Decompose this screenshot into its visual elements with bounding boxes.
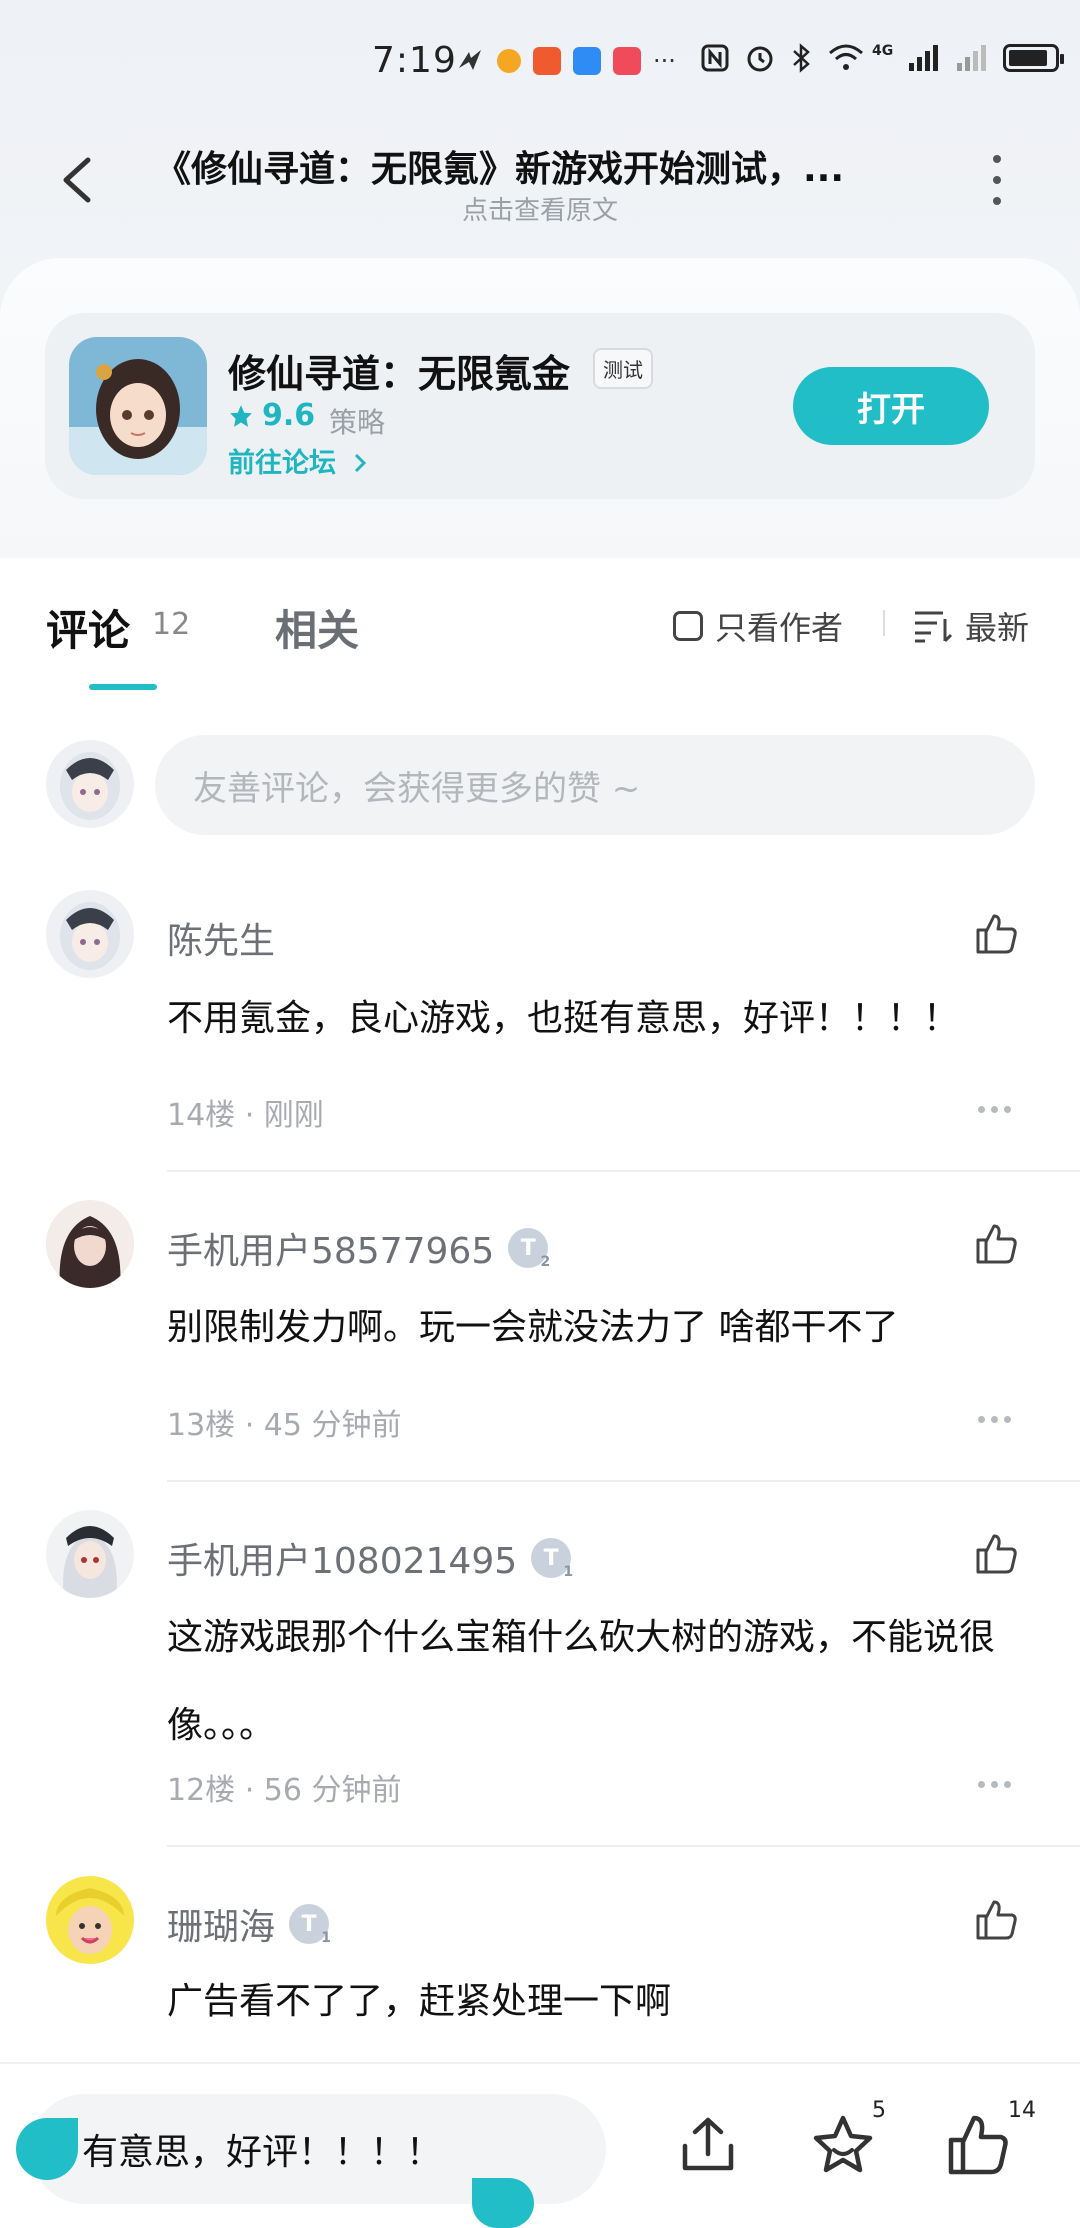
thumbs-up-icon[interactable] — [972, 1530, 1020, 1578]
network-type: 4G — [872, 43, 894, 59]
view-original-link[interactable]: 点击查看原文 — [0, 190, 1080, 227]
selection-handle-end[interactable] — [472, 2178, 534, 2228]
comment-more-button[interactable] — [978, 1416, 1011, 1423]
share-icon[interactable] — [675, 2112, 741, 2178]
comment-more-button[interactable] — [978, 1781, 1011, 1788]
selection-handle-start[interactable] — [16, 2118, 78, 2180]
test-badge: 测试 — [593, 348, 653, 389]
commenter-name[interactable]: 手机用户108021495 T1 — [167, 1532, 574, 1584]
thumbs-up-icon[interactable] — [972, 1220, 1020, 1268]
commenter-name[interactable]: 手机用户58577965 T2 — [167, 1222, 551, 1274]
comment-divider — [167, 1170, 1080, 1172]
star-icon — [230, 404, 252, 427]
thumbs-up-icon[interactable] — [972, 910, 1020, 958]
app-icon-orange — [497, 49, 521, 73]
tab-comments[interactable]: 评论 — [46, 597, 130, 658]
bottom-bar: 有意思，好评！！！！ — [0, 2062, 1080, 2228]
more-options-button[interactable] — [985, 155, 1009, 205]
tab-related[interactable]: 相关 — [275, 597, 359, 658]
rating: 9.6 — [228, 398, 315, 433]
thumbs-up-icon[interactable] — [972, 1896, 1020, 1944]
commenter-name[interactable]: 珊瑚海 T1 — [167, 1898, 332, 1950]
sort-button[interactable]: 最新 — [913, 603, 1029, 649]
like-thumbs-up-icon[interactable] — [945, 2112, 1011, 2178]
checkbox-icon[interactable] — [673, 611, 703, 641]
level-badge-icon: T1 — [531, 1538, 574, 1580]
commenter-name[interactable]: 陈先生 — [167, 912, 275, 964]
commenter-name-text: 手机用户58577965 — [167, 1231, 495, 1272]
level-number: 1 — [321, 1930, 332, 1946]
only-author-toggle[interactable]: 只看作者 — [673, 603, 843, 649]
rating-value: 9.6 — [262, 398, 316, 433]
tab-divider — [883, 610, 885, 636]
comment-text: 这游戏跟那个什么宝箱什么砍大树的游戏，不能说很像。。。 — [167, 1617, 996, 1746]
comment-meta: 12楼 · 56 分钟前 — [167, 1773, 402, 1808]
chevron-right-icon — [355, 453, 367, 473]
commenter-name-text: 陈先生 — [167, 921, 276, 962]
sort-label: 最新 — [965, 609, 1030, 647]
comment-input[interactable]: 友善评论，会获得更多的赞 ~ — [155, 735, 1035, 835]
comment-text: 广告看不了了，赶紧处理一下啊 — [167, 1981, 672, 2022]
level-number: 1 — [563, 1564, 574, 1580]
app-icon-red — [533, 47, 561, 75]
more-notifications-icon: ··· — [653, 47, 676, 75]
level-badge-icon: T1 — [289, 1904, 332, 1946]
alarm-icon — [747, 46, 773, 72]
comment-meta: 14楼 · 刚刚 — [167, 1098, 324, 1133]
battery-icon — [1003, 44, 1065, 72]
commenter-name-text: 手机用户108021495 — [167, 1541, 518, 1582]
signal-2-icon — [957, 45, 987, 71]
game-card[interactable]: 修仙寻道：无限氪金 测试 9.6 策略 前往论坛 打开 — [45, 313, 1035, 499]
active-tab-indicator — [89, 684, 157, 690]
cloud-icon — [573, 47, 601, 75]
favorite-star-icon[interactable] — [810, 2112, 876, 2178]
comment-divider — [167, 1845, 1080, 1847]
comment-divider — [167, 1480, 1080, 1482]
commenter-avatar[interactable] — [46, 890, 134, 978]
comment-meta: 13楼 · 45 分钟前 — [167, 1408, 402, 1443]
wifi-icon — [829, 44, 863, 70]
app-notification-icon — [459, 50, 481, 70]
system-status-icons: 4G — [700, 42, 1065, 74]
only-author-label: 只看作者 — [715, 609, 844, 647]
open-game-button[interactable]: 打开 — [793, 367, 989, 445]
comment-text: 不用氪金，良心游戏，也挺有意思，好评！！！！ — [167, 998, 960, 1039]
commenter-avatar[interactable] — [46, 1876, 134, 1964]
nfc-icon — [701, 44, 729, 72]
app-icon-pink — [613, 47, 641, 75]
game-name: 修仙寻道：无限氪金 — [228, 352, 571, 396]
like-count: 14 — [1008, 2098, 1036, 2123]
comments-count: 12 — [152, 607, 191, 642]
notification-icons: ··· — [455, 46, 676, 76]
forum-link[interactable]: 前往论坛 — [228, 441, 369, 480]
page-title[interactable]: 《修仙寻道：无限氪》新游戏开始测试，... — [155, 140, 915, 192]
commenter-avatar[interactable] — [46, 1510, 134, 1598]
game-icon[interactable] — [69, 337, 207, 475]
status-time: 7:19 — [372, 40, 457, 81]
forum-link-label: 前往论坛 — [228, 448, 336, 479]
level-badge-icon: T2 — [508, 1228, 551, 1270]
commenter-avatar[interactable] — [46, 1200, 134, 1288]
comment-more-button[interactable] — [978, 1106, 1011, 1113]
sort-icon — [915, 611, 953, 643]
game-category: 策略 — [329, 406, 386, 439]
signal-icon — [909, 45, 939, 71]
level-number: 2 — [540, 1254, 551, 1270]
bluetooth-icon — [793, 43, 810, 73]
comment-text: 别限制发力啊。玩一会就没法力了 啥都干不了 — [167, 1307, 899, 1348]
commenter-name-text: 珊瑚海 — [167, 1907, 276, 1948]
my-avatar[interactable] — [46, 740, 134, 828]
favorite-count: 5 — [872, 2098, 886, 2123]
status-bar: 7:19 ··· 4G — [0, 28, 1080, 98]
